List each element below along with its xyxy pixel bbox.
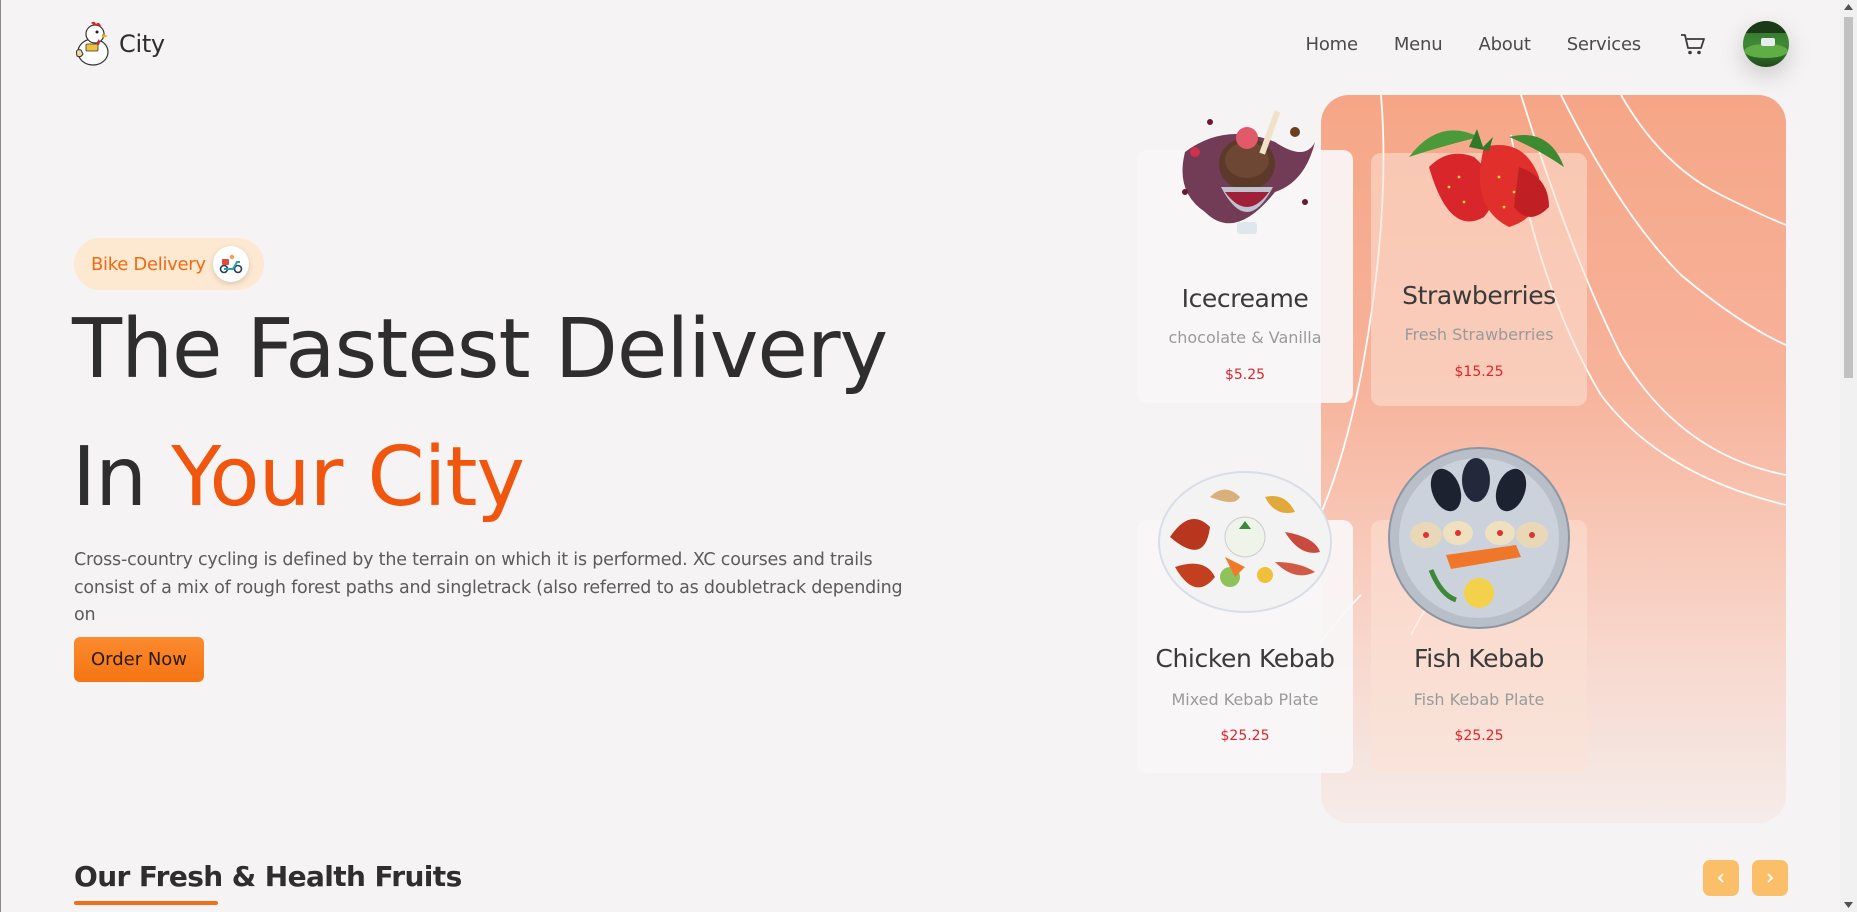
badge-label: Bike Delivery bbox=[91, 253, 206, 275]
product-card-fish-kebab[interactable]: Fish Kebab Fish Kebab Plate $25.25 bbox=[1371, 447, 1587, 773]
nav-services[interactable]: Services bbox=[1567, 34, 1642, 55]
bike-delivery-badge: Bike Delivery bbox=[74, 238, 264, 290]
card-name: Fish Kebab bbox=[1414, 644, 1544, 673]
nav-about[interactable]: About bbox=[1478, 34, 1530, 55]
card-subtitle: Fish Kebab Plate bbox=[1413, 690, 1545, 709]
icecream-image bbox=[1137, 92, 1353, 272]
chicken-kebab-image bbox=[1137, 457, 1353, 617]
product-card-icecreame[interactable]: Icecreame chocolate & Vanilla $5.25 bbox=[1137, 110, 1353, 403]
nav-menu[interactable]: Menu bbox=[1394, 34, 1443, 55]
card-subtitle: chocolate & Vanilla bbox=[1168, 328, 1322, 347]
chicken-logo-icon bbox=[76, 21, 109, 66]
strawberries-image bbox=[1371, 107, 1587, 237]
card-price: $25.25 bbox=[1454, 728, 1504, 744]
fish-kebab-image bbox=[1371, 445, 1587, 631]
scroll-down-icon[interactable] bbox=[1844, 902, 1853, 908]
scrollbar-thumb[interactable] bbox=[1844, 17, 1853, 378]
prev-button[interactable] bbox=[1703, 860, 1739, 896]
brand[interactable]: City bbox=[73, 20, 165, 68]
scroll-up-icon[interactable] bbox=[1844, 4, 1853, 10]
next-button[interactable] bbox=[1752, 860, 1788, 896]
hero-title-prefix: In bbox=[72, 430, 147, 525]
card-price: $15.25 bbox=[1454, 364, 1504, 380]
order-now-button[interactable]: Order Now bbox=[74, 637, 204, 682]
cart-icon[interactable] bbox=[1679, 30, 1707, 58]
site-header: City Home Menu About Services bbox=[73, 18, 1789, 70]
hero-title-accent: Your City bbox=[171, 430, 525, 525]
scooter-icon bbox=[213, 246, 249, 282]
card-subtitle: Fresh Strawberries bbox=[1404, 325, 1554, 344]
chevron-right-icon bbox=[1767, 873, 1774, 883]
card-name: Icecreame bbox=[1181, 284, 1309, 313]
product-card-strawberries[interactable]: Strawberries Fresh Strawberries $15.25 bbox=[1371, 129, 1587, 406]
card-subtitle: Mixed Kebab Plate bbox=[1171, 690, 1319, 709]
nav-home[interactable]: Home bbox=[1305, 34, 1358, 55]
main-nav: Home Menu About Services bbox=[1305, 21, 1789, 67]
hero-title-line2: In Your City bbox=[72, 430, 525, 525]
page-scrollbar[interactable] bbox=[1840, 0, 1857, 912]
card-name: Chicken Kebab bbox=[1155, 644, 1335, 673]
card-price: $5.25 bbox=[1224, 367, 1266, 383]
brand-name: City bbox=[119, 30, 165, 58]
chevron-left-icon bbox=[1717, 873, 1724, 883]
user-avatar[interactable] bbox=[1743, 21, 1789, 67]
hero-title-line1: The Fastest Delivery bbox=[72, 302, 888, 397]
avatar-image bbox=[1743, 21, 1789, 67]
card-price: $25.25 bbox=[1220, 728, 1270, 744]
product-card-chicken-kebab[interactable]: Chicken Kebab Mixed Kebab Plate $25.25 bbox=[1137, 471, 1353, 773]
hero-description: Cross-country cycling is defined by the … bbox=[74, 550, 903, 625]
section-underline bbox=[74, 901, 218, 905]
card-name: Strawberries bbox=[1402, 281, 1556, 310]
section-title: Our Fresh & Health Fruits bbox=[74, 860, 462, 893]
